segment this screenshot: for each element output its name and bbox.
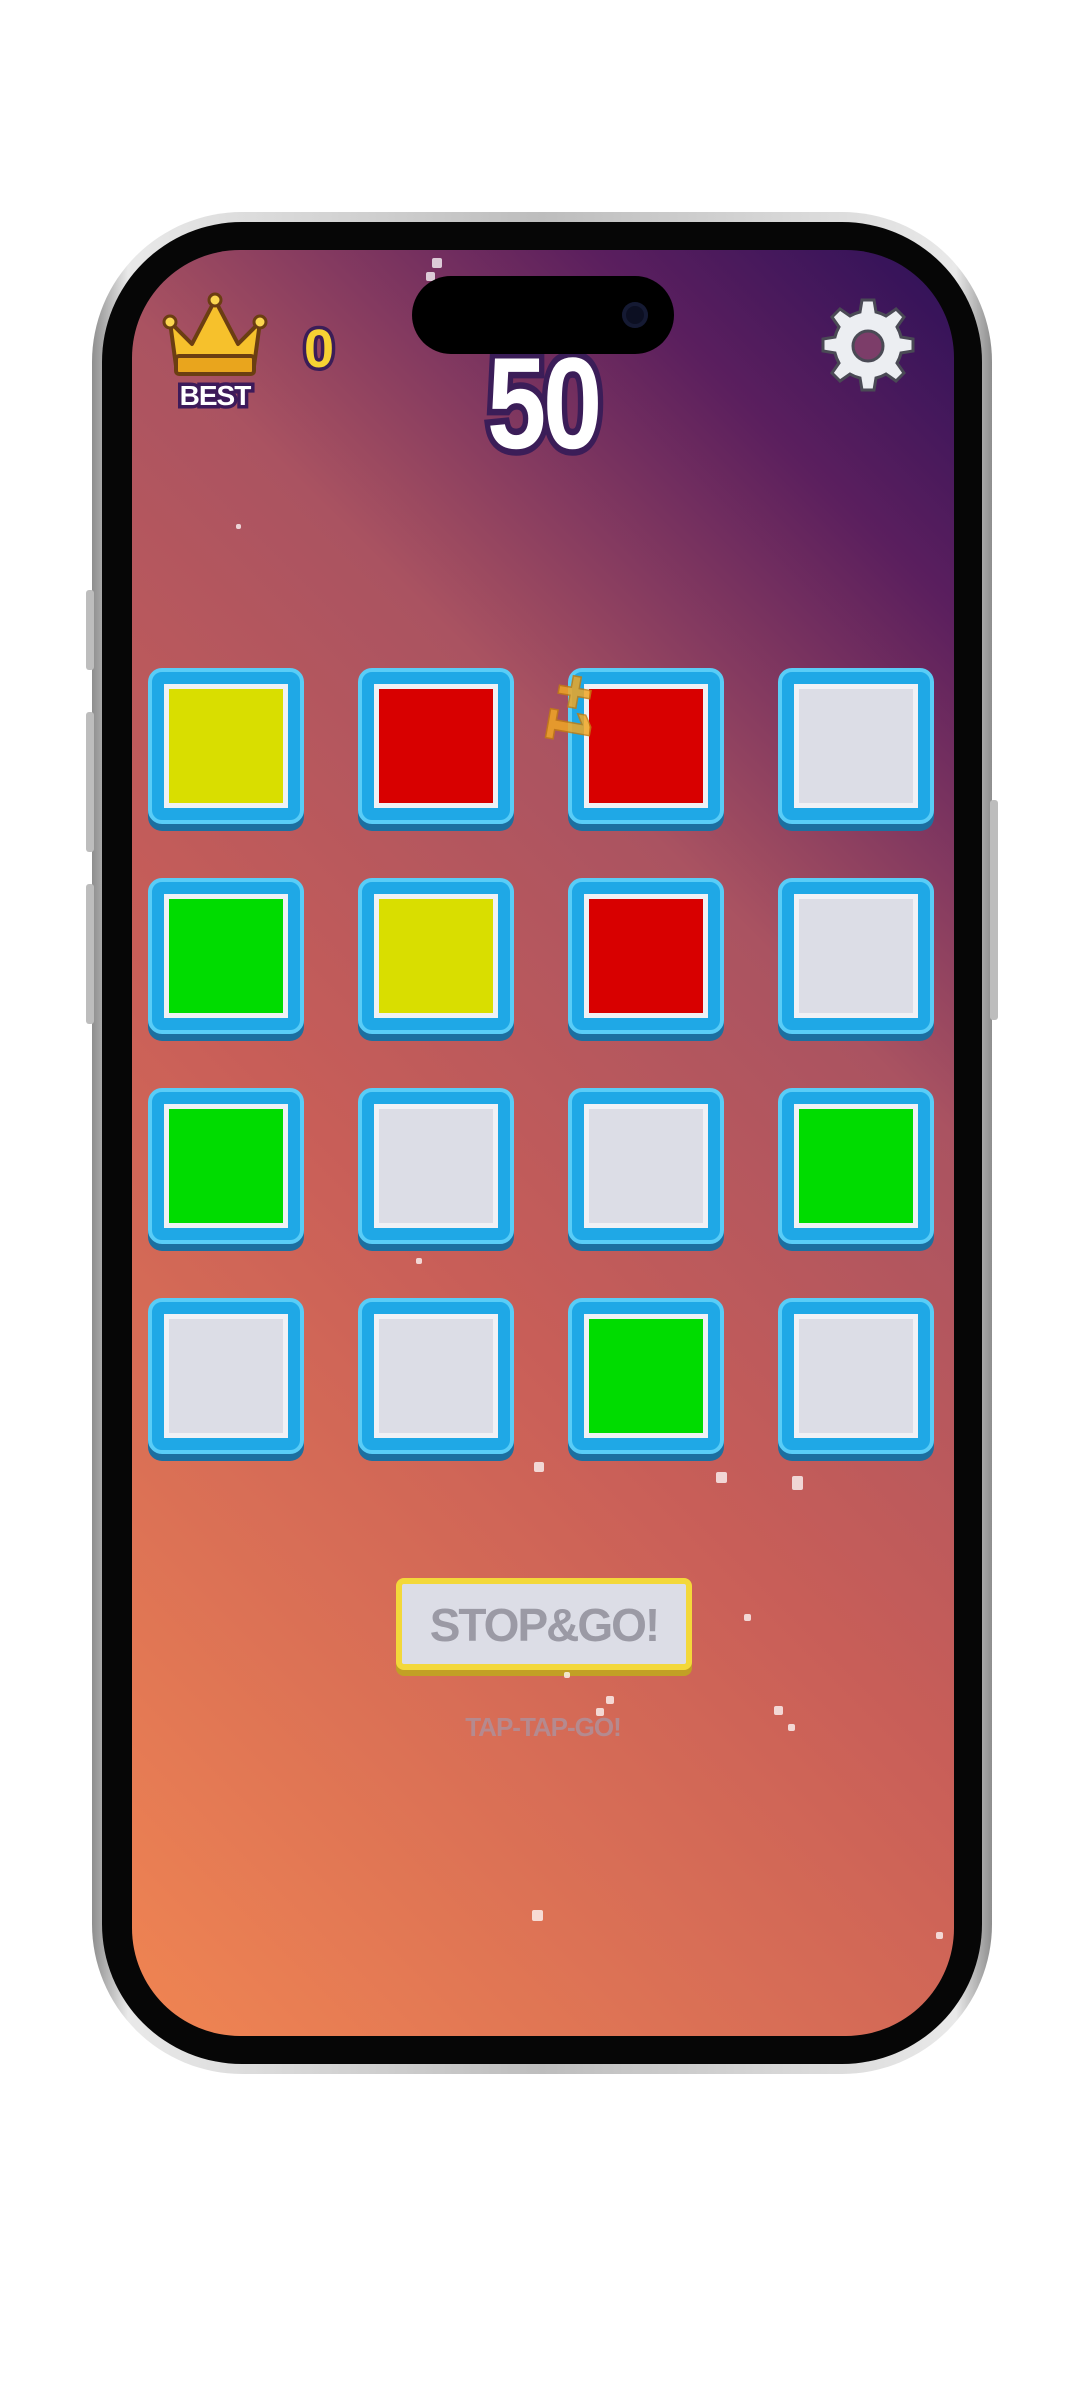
phone-volume-down-button xyxy=(86,884,94,1024)
camera-icon xyxy=(622,302,648,328)
particle xyxy=(596,1708,604,1716)
particle xyxy=(774,1706,783,1715)
particle xyxy=(744,1614,751,1621)
tile-face xyxy=(794,1104,918,1228)
tile-face xyxy=(794,894,918,1018)
tile-face xyxy=(584,894,708,1018)
particle xyxy=(236,524,241,529)
particle xyxy=(534,1462,544,1472)
tile-green[interactable] xyxy=(148,878,304,1034)
game-screen: BEST 0 50 +1 STOP&GO! TAP-TAP-GO! xyxy=(132,250,954,2036)
tap-hint: TAP-TAP-GO! xyxy=(465,1712,622,1742)
current-score: 50 xyxy=(482,330,608,476)
plus-one-popup: +1 xyxy=(532,667,613,749)
tile-face xyxy=(794,684,918,808)
tile-empty[interactable] xyxy=(778,668,934,824)
tile-empty[interactable] xyxy=(778,1298,934,1454)
tile-face xyxy=(164,1314,288,1438)
dynamic-island xyxy=(412,276,674,354)
particle xyxy=(936,1932,943,1939)
particle xyxy=(564,1672,570,1678)
tile-empty[interactable] xyxy=(568,1088,724,1244)
tile-face xyxy=(584,1104,708,1228)
tile-face xyxy=(374,1314,498,1438)
tile-face xyxy=(584,1314,708,1438)
stop-and-go-label: STOP&GO! xyxy=(429,1599,661,1651)
phone-power-button xyxy=(990,800,998,1020)
tile-red[interactable] xyxy=(358,668,514,824)
particle xyxy=(606,1696,614,1704)
phone-volume-up-button xyxy=(86,712,94,852)
tile-green[interactable] xyxy=(568,1298,724,1454)
tile-face xyxy=(374,684,498,808)
tile-face xyxy=(164,894,288,1018)
particle xyxy=(416,1258,422,1264)
tile-empty[interactable] xyxy=(358,1088,514,1244)
gear-icon[interactable] xyxy=(818,296,918,396)
particle xyxy=(716,1472,727,1483)
tile-red[interactable] xyxy=(568,878,724,1034)
tile-empty[interactable] xyxy=(778,878,934,1034)
particle xyxy=(532,1910,543,1921)
tile-grid xyxy=(148,668,938,1458)
tile-face xyxy=(794,1314,918,1438)
tile-green[interactable] xyxy=(148,1088,304,1244)
phone-side-button xyxy=(86,590,94,670)
tile-face xyxy=(164,1104,288,1228)
tile-empty[interactable] xyxy=(148,1298,304,1454)
tile-empty[interactable] xyxy=(358,1298,514,1454)
particle xyxy=(788,1724,795,1731)
tile-yellow[interactable] xyxy=(148,668,304,824)
stop-and-go-button[interactable]: STOP&GO! xyxy=(396,1578,692,1670)
particle xyxy=(432,258,442,268)
tile-face xyxy=(374,1104,498,1228)
tile-face xyxy=(374,894,498,1018)
tile-face xyxy=(164,684,288,808)
tile-green[interactable] xyxy=(778,1088,934,1244)
tile-yellow[interactable] xyxy=(358,878,514,1034)
particle xyxy=(792,1476,803,1490)
